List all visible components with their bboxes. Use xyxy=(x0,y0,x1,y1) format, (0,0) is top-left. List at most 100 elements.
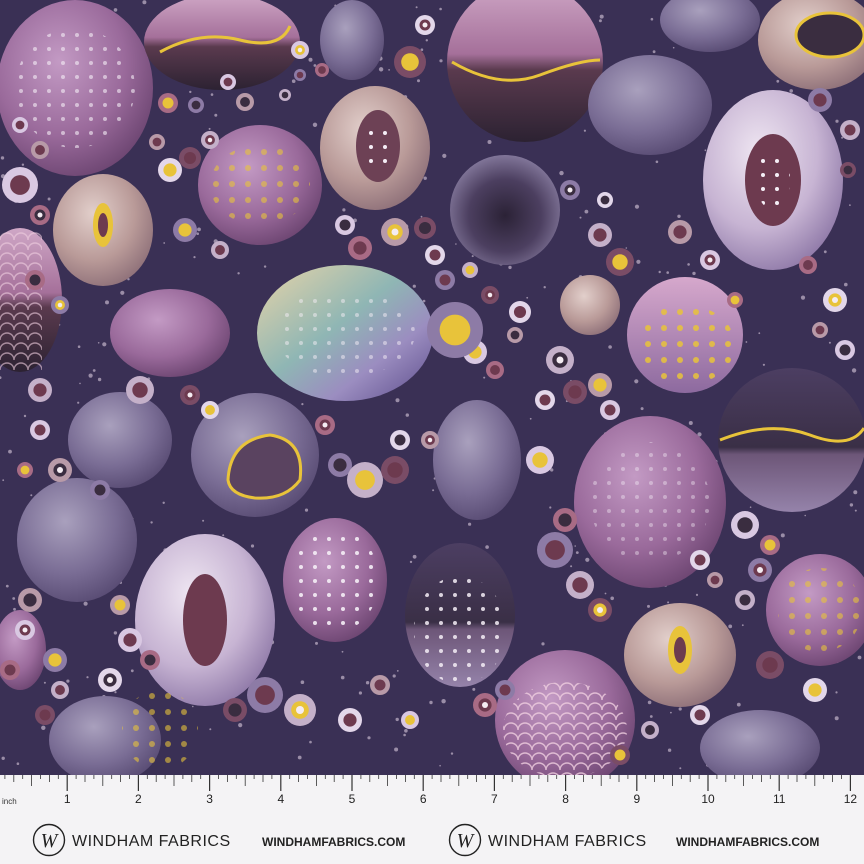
speckle-dot xyxy=(113,8,118,12)
ring-motif-center xyxy=(593,228,607,242)
ring-motif-center xyxy=(343,713,357,727)
ring-motif-center xyxy=(15,120,25,130)
speckle-dot xyxy=(844,282,848,287)
speckle-dot xyxy=(30,494,33,497)
ring-motif-center xyxy=(10,175,30,195)
ring-motif-center xyxy=(645,725,655,735)
speckle-dot xyxy=(439,7,442,11)
speckle-dot xyxy=(86,676,89,679)
speckle-dot xyxy=(439,764,441,767)
speckle-dot xyxy=(666,271,669,274)
ring-motif-center xyxy=(614,749,626,761)
speckle-dot xyxy=(405,413,409,417)
ring-motif-center xyxy=(813,93,827,107)
speckle-dot xyxy=(202,519,205,522)
speckle-dot xyxy=(736,702,741,707)
speckle-dot xyxy=(208,127,211,130)
speckle-dot xyxy=(341,650,344,653)
speckle-dot xyxy=(584,209,589,214)
speckle-dot xyxy=(442,153,447,158)
speckle-dot xyxy=(395,717,399,722)
svg-text:W: W xyxy=(457,830,476,852)
speckle-dot xyxy=(575,551,579,554)
speckle-dot xyxy=(834,716,839,721)
speckle-dot xyxy=(804,514,806,517)
ruler-tick-label: 12 xyxy=(843,792,858,806)
ring-motif-center xyxy=(353,241,367,255)
ring-motif-center xyxy=(545,540,565,560)
speckle-dot xyxy=(776,79,780,83)
speckle-dot xyxy=(403,733,406,737)
ring-motif-center xyxy=(183,151,197,165)
ring-motif-center xyxy=(29,274,41,286)
ring-motif-center xyxy=(593,378,607,392)
speckle-dot xyxy=(396,670,399,672)
speckle-dot xyxy=(441,699,446,704)
ring-motif-dot xyxy=(57,467,63,473)
speckle-dot xyxy=(417,79,420,83)
ruler-tick-label: 11 xyxy=(772,792,786,806)
speckle-dot xyxy=(142,0,147,5)
ring-motif-center xyxy=(844,124,856,136)
speckle-dot xyxy=(162,501,165,504)
svg-text:W: W xyxy=(41,830,60,852)
speckle-dot xyxy=(526,296,529,299)
speckle-dot xyxy=(315,641,318,645)
speckle-dot xyxy=(114,691,117,694)
speckle-dot xyxy=(853,490,858,495)
speckle-dot xyxy=(677,214,681,218)
ring-motif-dot xyxy=(297,47,303,53)
ring-motif-center xyxy=(513,305,527,319)
ring-motif-center xyxy=(228,703,242,717)
speckle-dot xyxy=(420,215,423,218)
speckle-dot xyxy=(130,669,134,673)
windham-logo-icon: W xyxy=(448,823,482,857)
watercolor-stone-pattern xyxy=(0,0,864,775)
speckle-dot xyxy=(610,596,614,601)
ring-motif-dot xyxy=(391,228,399,236)
speckle-dot xyxy=(549,506,552,509)
speckle-dot xyxy=(77,345,81,349)
ring-motif-center xyxy=(374,679,386,691)
speckle-dot xyxy=(66,679,70,683)
speckle-dot xyxy=(583,129,587,132)
ring-motif-center xyxy=(318,66,326,74)
ring-motif-center xyxy=(240,97,250,107)
speckle-dot xyxy=(388,69,390,71)
speckle-dot xyxy=(579,216,582,219)
speckle-dot xyxy=(5,584,9,588)
speckle-dot xyxy=(849,503,854,507)
ring-motif-center xyxy=(215,245,225,255)
ring-motif-center xyxy=(4,664,16,676)
ring-motif-center xyxy=(600,195,610,205)
ring-motif-dot xyxy=(57,302,63,308)
speckle-dot xyxy=(392,674,396,678)
ring-motif-center xyxy=(439,314,471,346)
ring-motif-center xyxy=(808,683,822,697)
ring-motif-center xyxy=(815,325,825,335)
speckle-dot xyxy=(529,417,532,420)
ring-motif-center xyxy=(572,577,588,593)
speckle-dot xyxy=(250,544,255,548)
speckle-dot xyxy=(88,373,93,378)
speckle-dot xyxy=(543,286,546,289)
ruler-tick-label: 6 xyxy=(419,792,427,806)
ring-motif-dot xyxy=(207,137,213,143)
ring-motif-center xyxy=(20,465,30,475)
ring-motif-dot xyxy=(482,702,488,708)
speckle-dot xyxy=(636,259,641,264)
speckle-dot xyxy=(647,604,650,608)
speckle-dot xyxy=(835,119,839,123)
ring-motif-center xyxy=(333,458,347,472)
ring-motif-dot xyxy=(107,677,113,683)
ruler-unit-label: inch xyxy=(2,797,17,806)
speckle-dot xyxy=(1,756,5,760)
speckle-dot xyxy=(758,332,761,335)
speckle-dot xyxy=(625,247,628,249)
speckle-dot xyxy=(655,160,659,164)
speckle-dot xyxy=(8,449,12,454)
ring-motif-center xyxy=(223,77,233,87)
speckle-dot xyxy=(263,265,267,268)
speckle-dot xyxy=(342,208,346,212)
ring-motif-center xyxy=(205,405,215,415)
